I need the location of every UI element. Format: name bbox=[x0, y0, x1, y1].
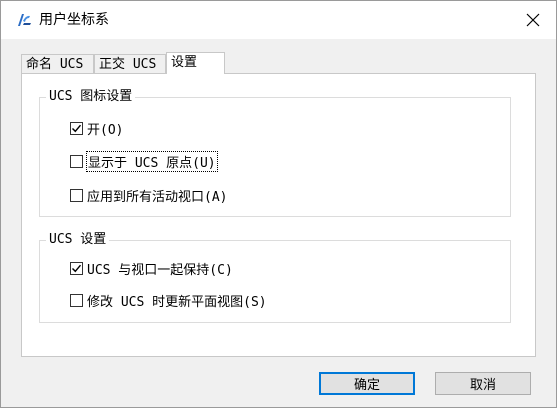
checkbox-on[interactable]: 开(O) bbox=[70, 119, 124, 138]
checkbox-box[interactable] bbox=[70, 188, 83, 202]
checkmark-icon bbox=[72, 264, 82, 272]
tab-label: 正交 UCS bbox=[99, 57, 157, 72]
cancel-button-label: 取消 bbox=[469, 378, 496, 393]
app-icon bbox=[15, 11, 33, 29]
tab-label: 命名 UCS bbox=[26, 57, 84, 72]
window-title: 用户坐标系 bbox=[39, 12, 109, 28]
close-icon bbox=[526, 13, 540, 27]
checkbox-apply-to-all-viewports[interactable]: 应用到所有活动视口(A) bbox=[70, 186, 228, 205]
group-title: UCS 图标设置 bbox=[46, 89, 136, 105]
checkbox-box[interactable] bbox=[70, 261, 83, 275]
ucs-icon-settings-group: UCS 图标设置 开(O) 显示于 UCS 原点(U) 应用到所有活动视口(A) bbox=[39, 89, 511, 217]
ok-button[interactable]: 确定 bbox=[319, 372, 415, 395]
checkbox-box[interactable] bbox=[70, 154, 83, 168]
ucs-settings-group: UCS 设置 UCS 与视口一起保持(C) 修改 UCS 时更新平面视图(S) bbox=[39, 232, 511, 323]
tab-orthographic-ucs[interactable]: 正交 UCS bbox=[94, 54, 166, 73]
checkbox-box[interactable] bbox=[70, 293, 83, 307]
checkbox-box[interactable] bbox=[70, 121, 83, 135]
checkbox-label: 开(O) bbox=[87, 122, 124, 138]
checkbox-label: 修改 UCS 时更新平面视图(S) bbox=[87, 294, 267, 310]
tab-settings[interactable]: 设置 bbox=[166, 52, 225, 74]
checkbox-save-ucs-with-viewport[interactable]: UCS 与视口一起保持(C) bbox=[70, 259, 233, 278]
title-bar: 用户坐标系 bbox=[1, 1, 556, 39]
checkbox-label: 显示于 UCS 原点(U) bbox=[86, 150, 218, 172]
checkbox-show-at-origin[interactable]: 显示于 UCS 原点(U) bbox=[70, 150, 218, 172]
ok-button-label: 确定 bbox=[353, 378, 380, 393]
checkbox-label: UCS 与视口一起保持(C) bbox=[87, 262, 233, 278]
checkbox-label: 应用到所有活动视口(A) bbox=[87, 189, 228, 205]
checkbox-update-plan-view[interactable]: 修改 UCS 时更新平面视图(S) bbox=[70, 291, 267, 310]
ucs-dialog: 用户坐标系 命名 UCS 正交 UCS 设置 UCS 图标设置 开(O) 显示于… bbox=[0, 0, 557, 408]
close-button[interactable] bbox=[519, 7, 547, 33]
group-title: UCS 设置 bbox=[46, 232, 110, 248]
tab-label: 设置 bbox=[171, 55, 198, 70]
tab-named-ucs[interactable]: 命名 UCS bbox=[21, 54, 94, 73]
checkmark-icon bbox=[72, 124, 82, 132]
settings-panel: UCS 图标设置 开(O) 显示于 UCS 原点(U) 应用到所有活动视口(A)… bbox=[21, 73, 536, 357]
cancel-button[interactable]: 取消 bbox=[435, 372, 531, 395]
